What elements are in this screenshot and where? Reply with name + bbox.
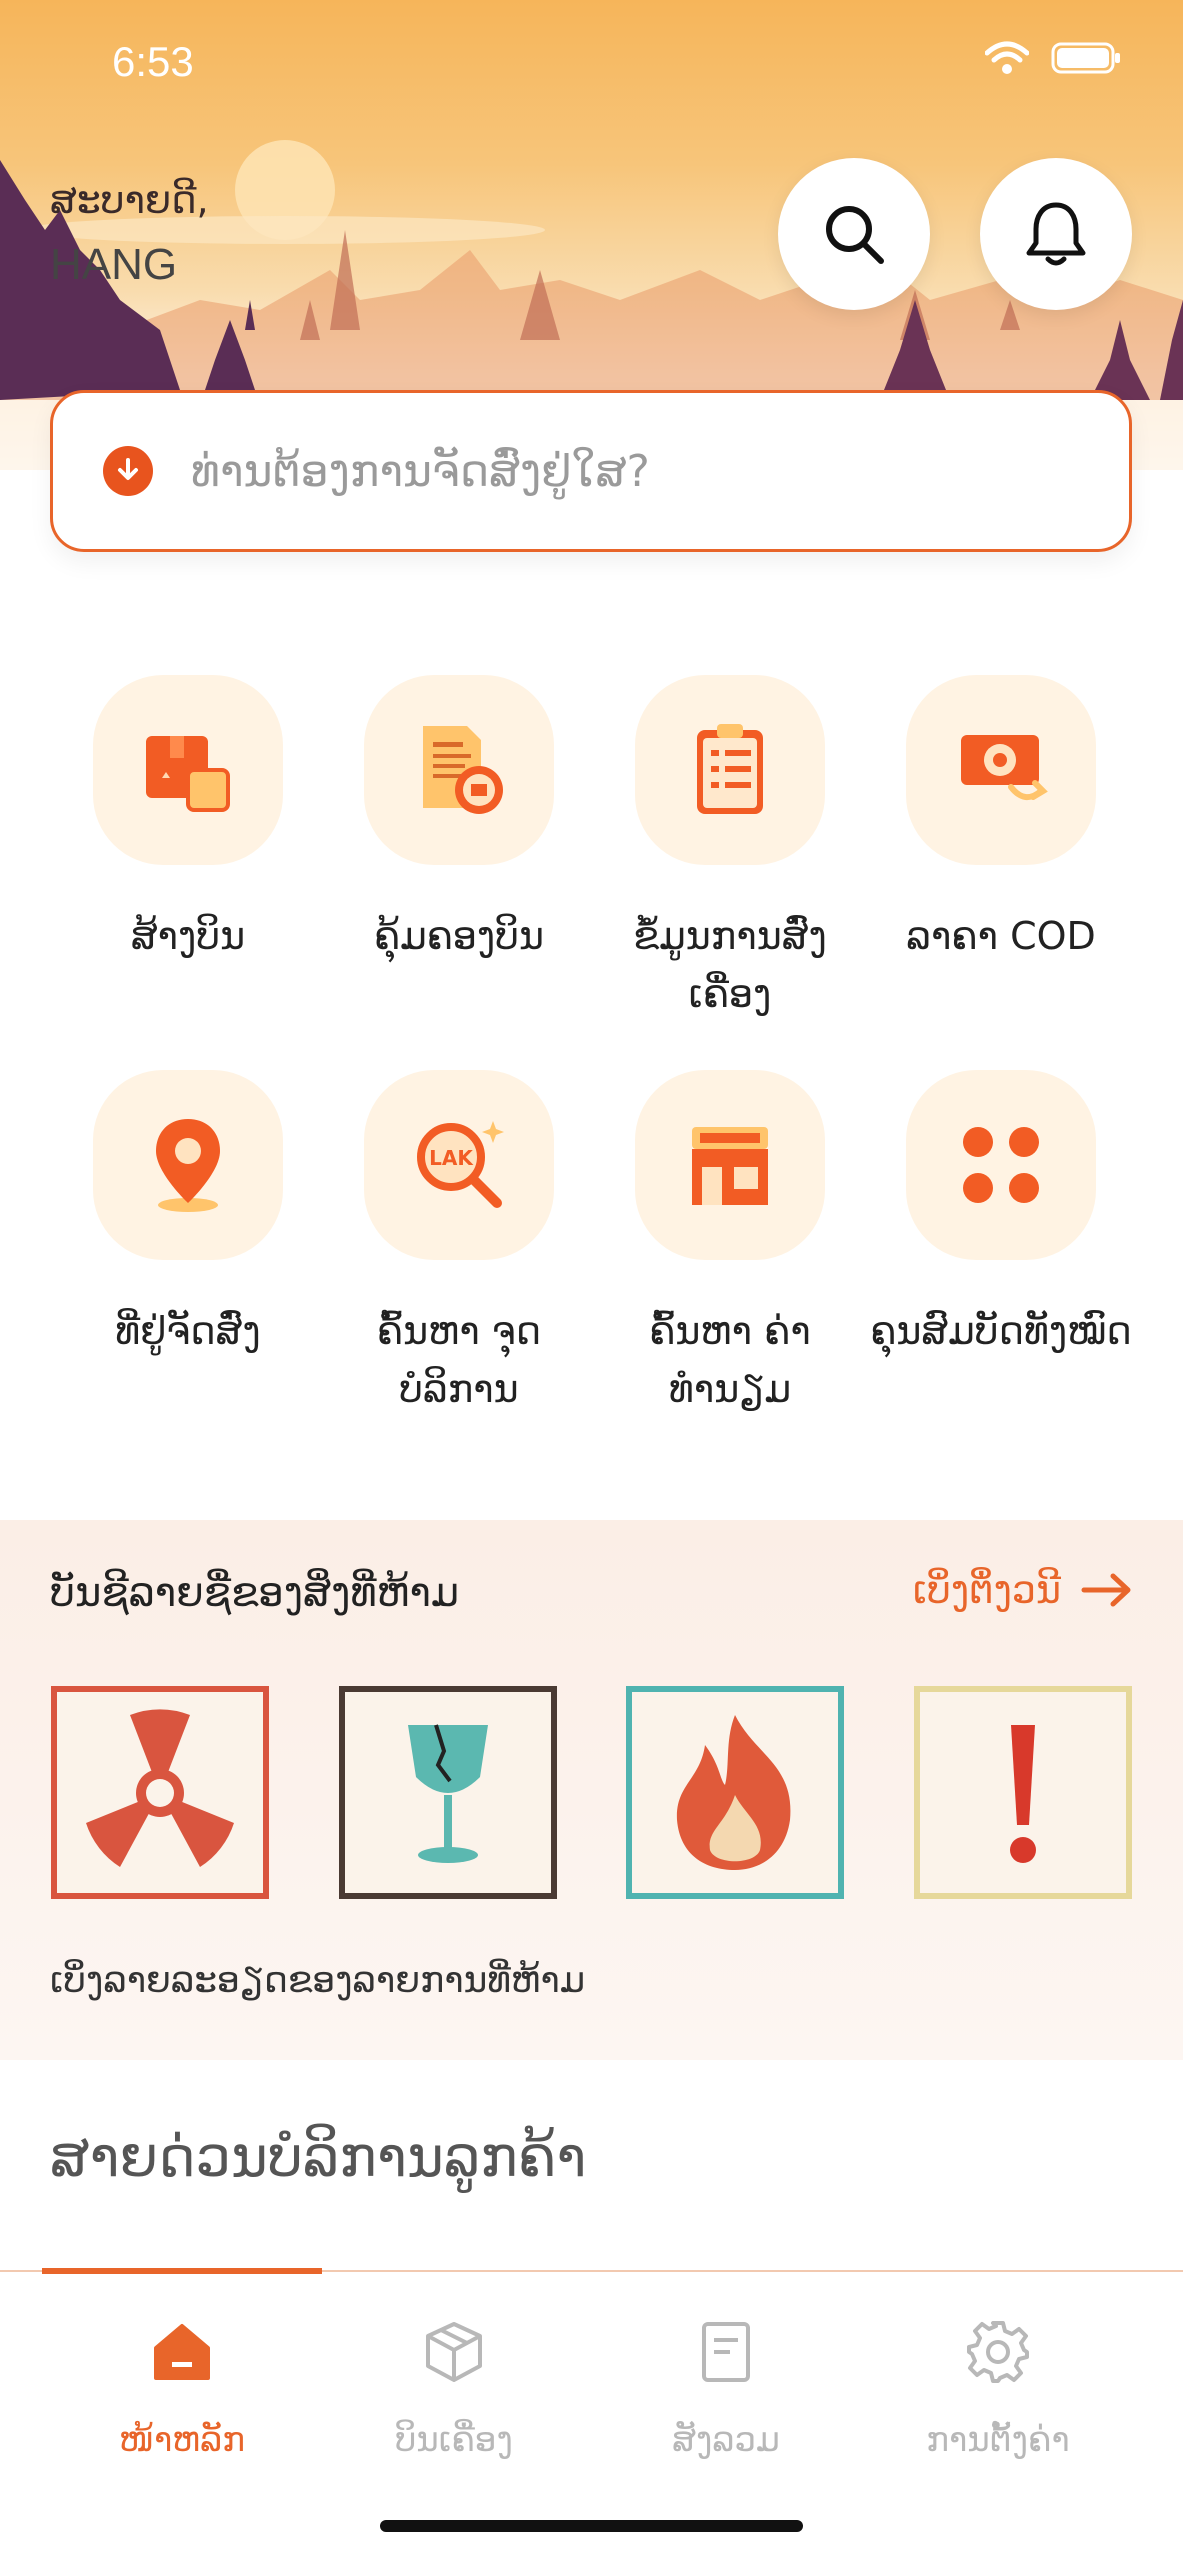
destination-search-input[interactable]: ທ່ານຕ້ອງການຈັດສົ່ງຢູ່ໃສ? [50, 390, 1132, 552]
service-tile [364, 675, 554, 865]
status-icons [985, 40, 1123, 76]
fire-icon [626, 1686, 845, 1899]
prohibited-item-flammable[interactable] [625, 1685, 845, 1900]
box-icon [426, 2322, 482, 2382]
location-pin-icon [156, 1119, 220, 1212]
tab-label: ໜ້າຫລັກ [118, 2420, 245, 2460]
tab-home[interactable]: ໜ້າຫລັກ [46, 2312, 318, 2460]
prohibited-description[interactable]: ເບິ່ງລາຍລະອຽດຂອງລາຍການທີ່ຫ້າມ [50, 1960, 585, 2001]
bell-icon [1026, 202, 1086, 266]
prohibited-items-list [50, 1685, 1133, 1900]
prohibited-item-radiation[interactable] [50, 1685, 270, 1900]
see-more-label: ເບິ່ງຕຶ່ງວນີ [912, 1568, 1061, 1612]
download-circle-icon [103, 446, 153, 496]
search-icon [826, 206, 884, 264]
prohibited-title: ບັນຊີລາຍຊື່ຂອງສິ່ງທີ່ຫ້າມ [50, 1570, 460, 1616]
service-label: ສ້າງບິນ [130, 914, 246, 958]
service-tile [93, 675, 283, 865]
service-label: ຂໍ້ມູນການສົ່ງເຄື່ອງ [633, 914, 827, 1016]
tab-summary[interactable]: ສັງລວມ [590, 2312, 862, 2460]
service-label: ຄົ້ນຫາ ຄ່າທຳນຽມ [649, 1309, 811, 1411]
clipboard-icon [697, 724, 763, 814]
gear-icon [967, 2321, 1029, 2383]
lak-search-icon: LAK [417, 1121, 504, 1208]
service-all-features[interactable]: ຄຸນສົມບັດທັງໝົດ [865, 1070, 1137, 1360]
customer-hotline-title: ສາຍດ່ວນບໍລິການລູກຄ້າ [50, 2125, 587, 2190]
service-shipping-info[interactable]: ຂໍ້ມູນການສົ່ງເຄື່ອງ [594, 675, 866, 1023]
service-label: ຄຸນສົມບັດທັງໝົດ [870, 1309, 1132, 1353]
service-label: ທີ່ຢູ່ຈັດສົ່ງ [115, 1309, 261, 1353]
battery-icon [1051, 42, 1120, 74]
service-tile [635, 1070, 825, 1260]
status-time: 6:53 [112, 38, 194, 85]
service-tile [906, 675, 1096, 865]
bill-manage-icon [423, 726, 503, 814]
active-tab-indicator [42, 2268, 322, 2274]
notification-button[interactable] [980, 158, 1132, 310]
service-manage-bills[interactable]: ຄຸ້ມຄອງບິນ [323, 675, 595, 965]
search-button[interactable] [778, 158, 930, 310]
service-cod-price[interactable]: ລາຄາ COD [865, 675, 1137, 965]
service-tile [906, 1070, 1096, 1260]
service-tile [635, 675, 825, 865]
grid-icon [963, 1127, 1039, 1203]
service-delivery-address[interactable]: ທີ່ຢູ່ຈັດສົ່ງ [52, 1070, 324, 1360]
service-find-fees[interactable]: ຄົ້ນຫາ ຄ່າທຳນຽມ [594, 1070, 866, 1418]
user-name: HANG [50, 240, 178, 289]
document-icon [702, 2322, 750, 2382]
home-icon [154, 2324, 210, 2380]
cash-icon [961, 735, 1048, 800]
svg-text:LAK: LAK [429, 1146, 474, 1170]
greeting-text: ສະບາຍດີ, [50, 178, 209, 222]
search-placeholder: ທ່ານຕ້ອງການຈັດສົ່ງຢູ່ໃສ? [191, 445, 650, 497]
service-label: ຄົ້ນຫາ ຈຸດບໍລິການ [376, 1309, 542, 1411]
store-icon [692, 1127, 768, 1205]
service-tile [93, 1070, 283, 1260]
radiation-icon [51, 1686, 269, 1899]
service-label: ລາຄາ COD [906, 914, 1096, 958]
tab-label: ສັງລວມ [672, 2420, 780, 2460]
service-label: ຄຸ້ມຄອງບິນ [373, 914, 545, 958]
wifi-icon [985, 41, 1029, 74]
service-tile: LAK [364, 1070, 554, 1260]
tab-bills[interactable]: ບິນເຄື່ອງ [318, 2312, 590, 2460]
tab-label: ບິນເຄື່ອງ [395, 2420, 513, 2460]
broken-glass-icon [338, 1686, 557, 1899]
service-find-service-point[interactable]: LAK ຄົ້ນຫາ ຈຸດບໍລິການ [323, 1070, 595, 1418]
bottom-tab-bar: ໜ້າຫລັກ ບິນເຄື່ອງ ສັງລວມ ການຕັ້ງຄ່າ [0, 2268, 1183, 2560]
see-more-link[interactable]: ເບິ່ງຕຶ່ງວນີ [913, 1568, 1133, 1612]
exclamation-icon [913, 1686, 1132, 1899]
tab-label: ການຕັ້ງຄ່າ [926, 2420, 1070, 2460]
arrow-right-icon [1081, 1573, 1131, 1607]
prohibited-item-fragile[interactable] [338, 1685, 558, 1900]
service-create-bill[interactable]: ສ້າງບິນ [52, 675, 324, 965]
package-icon [146, 736, 230, 812]
prohibited-items-section: ບັນຊີລາຍຊື່ຂອງສິ່ງທີ່ຫ້າມ ເບິ່ງຕຶ່ງວນີ ເ… [0, 1520, 1183, 2060]
tab-settings[interactable]: ການຕັ້ງຄ່າ [862, 2312, 1134, 2460]
home-indicator[interactable] [380, 2520, 803, 2532]
prohibited-item-dangerous[interactable] [913, 1685, 1133, 1900]
